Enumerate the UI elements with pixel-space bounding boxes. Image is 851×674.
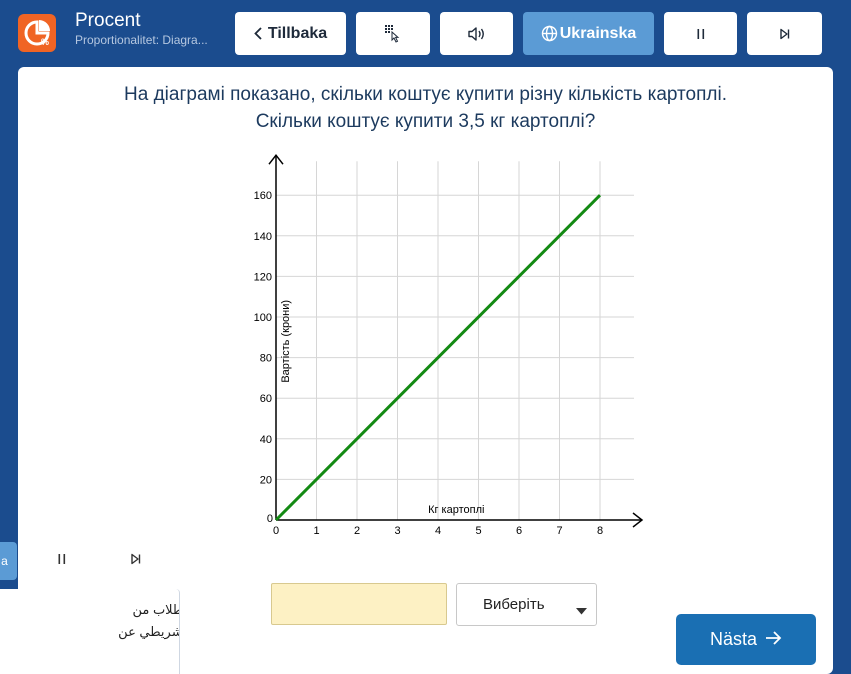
x-tick-label: 3 <box>394 525 400 537</box>
line-chart: 0 1 2 3 4 5 6 7 8020406080100120140160Кг картопл… <box>254 153 644 537</box>
y-tick-label: 80 <box>260 353 272 365</box>
y-tick-label: 60 <box>260 393 272 405</box>
x-axis-label: Кг картоплі <box>428 504 484 516</box>
answer-input[interactable] <box>271 583 447 625</box>
question-line-2: Скільки коштує купити 3,5 кг картоплі? <box>255 111 596 132</box>
chevron-left-icon <box>254 27 262 40</box>
speaker-button[interactable] <box>440 12 513 55</box>
y-tick-label: 20 <box>260 474 272 486</box>
language-button-label: Ukrainska <box>559 24 637 42</box>
y-tick-label: 0 <box>267 513 273 525</box>
y-tick-label: 100 <box>254 312 272 324</box>
pause-icon <box>696 28 706 40</box>
pause-icon <box>57 552 67 570</box>
pause-button[interactable] <box>664 12 737 55</box>
x-tick-label: 5 <box>475 525 481 537</box>
x-tick-label: 4 <box>435 525 441 537</box>
x-tick-label: 2 <box>354 525 360 537</box>
chart-logo-icon: % <box>18 14 56 52</box>
arrow-right-icon <box>765 629 782 650</box>
overlay-text: كان على الطلاب من المخطط الشريطي عن <box>118 599 179 643</box>
x-tick-label: 6 <box>516 525 522 537</box>
overlay-line-1: كان على الطلاب من <box>132 602 179 617</box>
overlay-pause-button[interactable] <box>28 542 95 580</box>
skip-forward-icon <box>779 28 791 40</box>
skip-button[interactable] <box>747 12 822 55</box>
unit-select[interactable]: Виберіть <box>456 583 597 626</box>
y-axis-label: Вартість (крони) <box>280 300 292 383</box>
x-tick-label: 7 <box>556 525 562 537</box>
back-button[interactable]: Tillbaka <box>235 12 346 55</box>
question-text: На діаграмі показано, скільки коштує куп… <box>18 81 833 135</box>
y-tick-label: 140 <box>254 231 272 243</box>
y-tick-label: 40 <box>260 434 272 446</box>
overlay-panel: كان على الطلاب من المخطط الشريطي عن <box>0 589 180 674</box>
app-title: Procent <box>75 10 141 31</box>
top-toolbar: % Procent Proportionalitet: Diagra... Ti… <box>16 6 832 58</box>
background-window: a كان على الطلاب من المخطط الشريطي عن <box>0 535 182 674</box>
language-button[interactable]: Ukrainska <box>523 12 654 55</box>
overlay-line-2: المخطط الشريطي عن <box>118 624 179 639</box>
speaker-icon <box>467 26 487 42</box>
y-tick-label: 120 <box>254 271 272 283</box>
keypad-button[interactable] <box>356 12 430 55</box>
y-tick-label: 160 <box>254 190 272 202</box>
svg-text:%: % <box>41 37 49 47</box>
question-line-1: На діаграмі показано, скільки коштує куп… <box>124 84 727 105</box>
next-button[interactable]: Nästa <box>676 614 816 665</box>
app-subtitle: Proportionalitet: Diagra... <box>75 33 208 47</box>
globe-icon <box>541 25 558 42</box>
overlay-skip-button[interactable] <box>104 542 168 580</box>
x-tick-label: 0 <box>273 525 279 537</box>
keypad-pointer-icon <box>383 24 403 44</box>
x-tick-label: 8 <box>597 525 603 537</box>
overlay-language-button[interactable]: a <box>0 542 17 580</box>
next-button-label: Nästa <box>709 629 758 649</box>
caret-down-icon <box>576 602 587 619</box>
unit-select-label: Виберіть <box>483 596 545 613</box>
back-button-label: Tillbaka <box>267 24 328 42</box>
skip-forward-icon <box>130 552 142 570</box>
x-tick-label: 1 <box>313 525 319 537</box>
